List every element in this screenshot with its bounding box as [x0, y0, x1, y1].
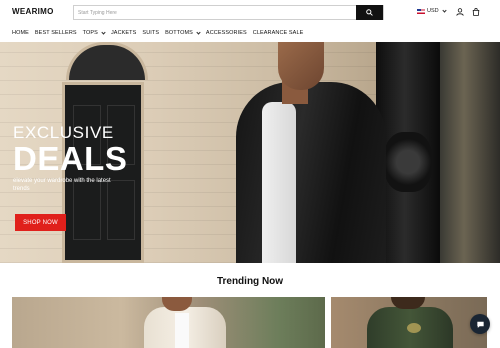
hero-model-jacket [236, 82, 386, 263]
nav-item-accessories[interactable]: ACCESSORIES [206, 30, 247, 36]
user-icon [456, 8, 464, 16]
header: WEARIMO USD [0, 0, 500, 24]
hero-lamp-ornament [384, 132, 432, 192]
nav-item-label: SUITS [142, 30, 160, 36]
logo[interactable]: WEARIMO [12, 7, 54, 16]
nav-item-best-sellers[interactable]: BEST SELLERS [35, 30, 77, 36]
nav-item-label: BOTTOMS [165, 30, 193, 36]
product-card[interactable] [331, 297, 487, 348]
nav-item-label: CLEARANCE SALE [252, 30, 304, 36]
hero-window [440, 42, 500, 263]
nav-item-jackets[interactable]: JACKETS [111, 30, 136, 36]
product-card[interactable] [12, 297, 325, 348]
chevron-down-icon [101, 29, 106, 35]
hero-title-line2: DEALS [13, 140, 128, 177]
nav-item-label: HOME [12, 30, 29, 36]
nav-item-home[interactable]: HOME [12, 30, 29, 36]
chevron-down-icon [442, 7, 447, 13]
hero-text: EXCLUSIVE DEALS elevate your wardrobe wi… [13, 124, 127, 193]
nav-item-suits[interactable]: SUITS [142, 30, 159, 36]
search-icon [366, 9, 373, 16]
nav-item-label: JACKETS [110, 30, 137, 36]
hero-title-line1: EXCLUSIVE [13, 123, 114, 142]
shop-now-button[interactable]: SHOP NOW [15, 214, 66, 231]
search-bar [73, 5, 384, 20]
nav-item-label: BEST SELLERS [34, 30, 77, 36]
chat-icon [476, 321, 484, 328]
nav-item-bottoms[interactable]: BOTTOMS [165, 29, 201, 36]
currency-label: USD [427, 8, 439, 14]
account-button[interactable] [455, 7, 465, 17]
chat-button[interactable] [470, 314, 490, 334]
nav-item-tops[interactable]: TOPS [82, 29, 106, 36]
hero-model-head [278, 42, 324, 90]
cart-icon [472, 8, 480, 16]
cart-button[interactable] [471, 7, 481, 17]
product-image-shirt [175, 313, 189, 348]
currency-selector[interactable]: USD [417, 7, 447, 14]
search-button[interactable] [356, 5, 383, 20]
chevron-down-icon [196, 29, 201, 35]
nav-item-label: ACCESSORIES [205, 30, 247, 36]
nav-item-clearance-sale[interactable]: CLEARANCE SALE [253, 30, 304, 36]
product-image-print [407, 323, 421, 333]
hero-subtitle: elevate your wardrobe with the latest tr… [13, 178, 111, 192]
hero-banner[interactable]: EXCLUSIVE DEALS elevate your wardrobe wi… [0, 42, 500, 263]
us-flag-icon [417, 8, 425, 14]
search-input[interactable] [74, 6, 358, 19]
hero-model-shirt [262, 102, 296, 263]
nav-item-label: TOPS [82, 30, 98, 36]
trending-heading: Trending Now [216, 276, 284, 287]
main-nav: HOME BEST SELLERS TOPS JACKETS SUITS BOT… [0, 24, 500, 42]
